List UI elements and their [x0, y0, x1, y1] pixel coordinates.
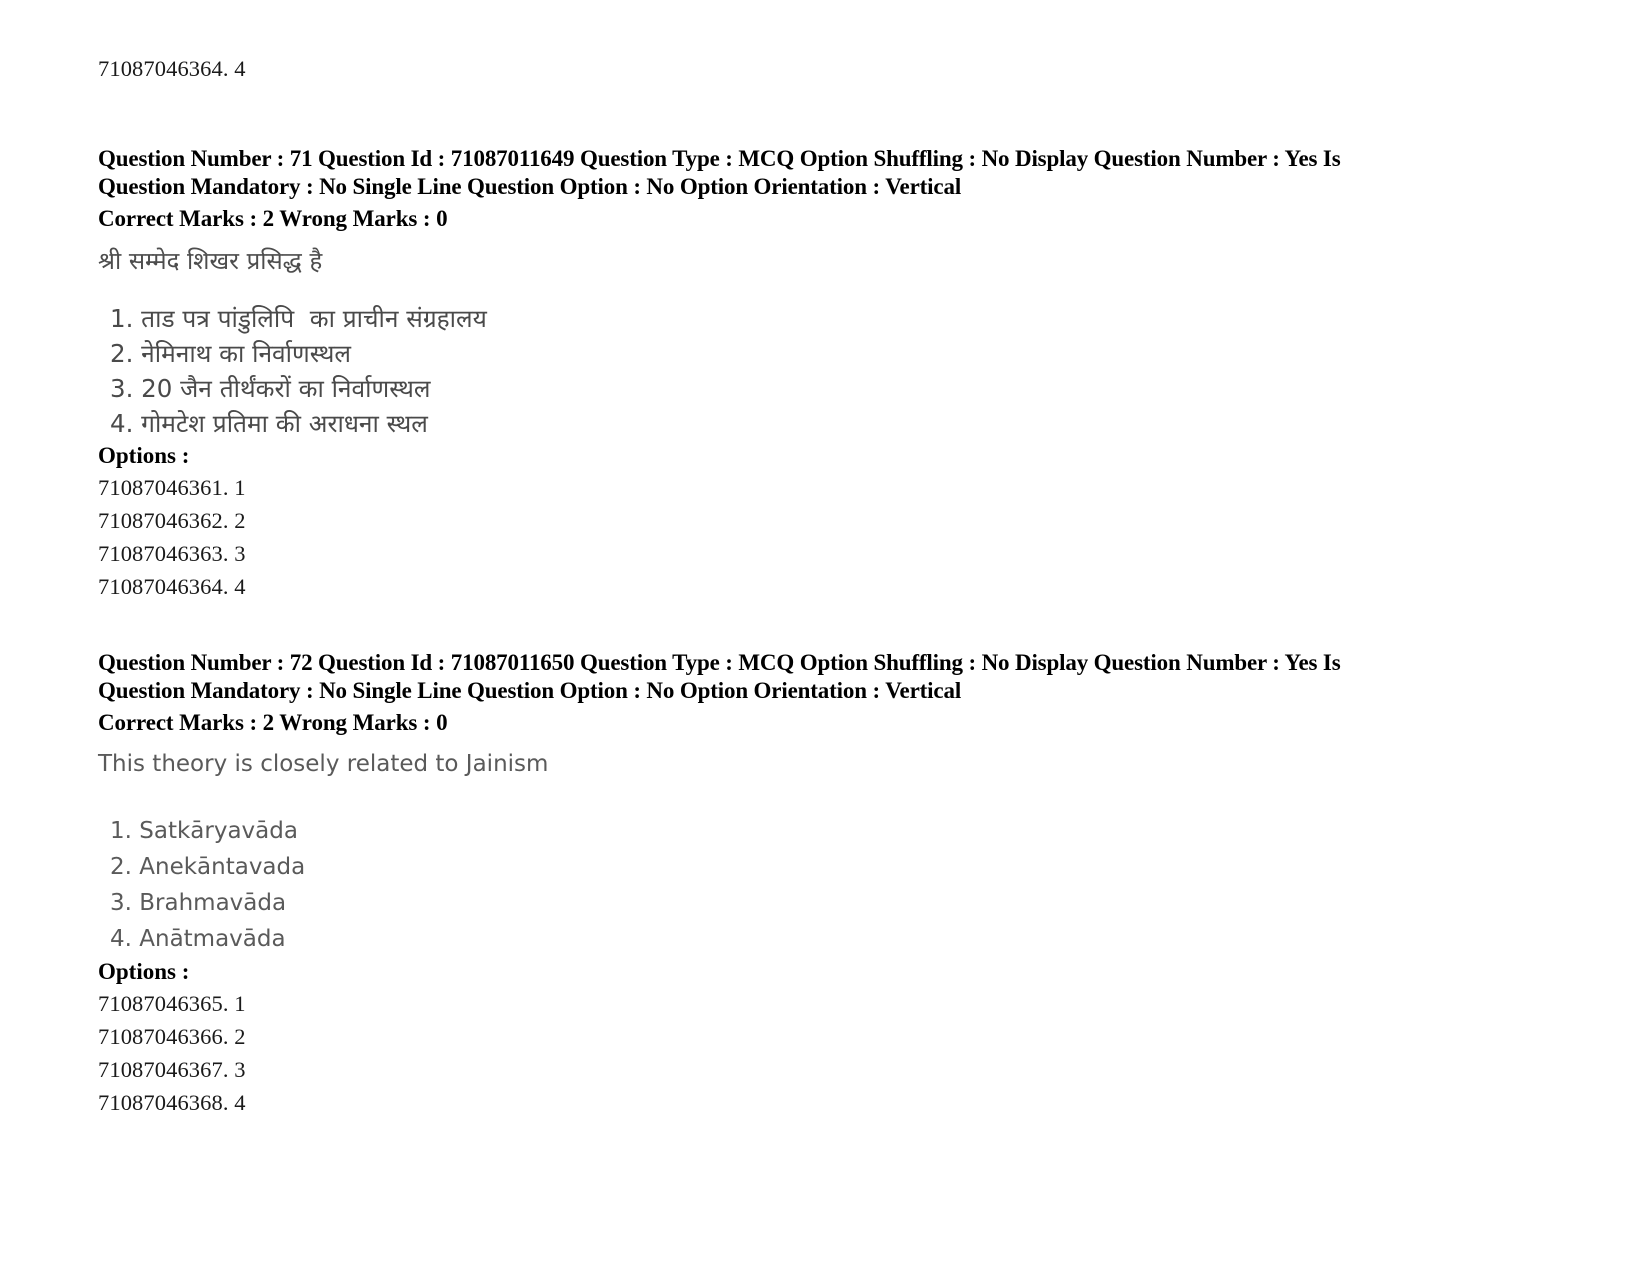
question-stem: श्री सम्मेद शिखर प्रसिद्ध है	[98, 247, 323, 275]
choice-item[interactable]: 4. Anātmavāda	[98, 921, 1538, 957]
question-marks-line: Correct Marks : 2 Wrong Marks : 0	[98, 206, 448, 231]
page-content: 71087046364. 4 Question Number : 71 Ques…	[98, 52, 1538, 1119]
option-id-row: 71087046365. 1	[98, 991, 246, 1016]
question-block-71: Question Number : 71 Question Id : 71087…	[98, 145, 1538, 603]
question-meta-line-2: Question Mandatory : No Single Line Ques…	[98, 174, 962, 199]
choice-item[interactable]: 4. गोमटेश प्रतिमा की अराधना स्थल	[98, 406, 1538, 441]
choice-item[interactable]: 3. 20 जैन तीर्थंकरों का निर्वाणस्थल	[98, 371, 1538, 406]
question-choice-list: 1. ताड पत्र पांडुलिपि का प्राचीन संग्रहा…	[98, 301, 1538, 441]
document-page: 71087046364. 4 Question Number : 71 Ques…	[0, 0, 1650, 1275]
choice-item[interactable]: 2. नेमिनाथ का निर्वाणस्थल	[98, 336, 1538, 371]
choice-item[interactable]: 2. Anekāntavada	[98, 849, 1538, 885]
option-id-row: 71087046362. 2	[98, 508, 246, 533]
question-meta-line-1: Question Number : 71 Question Id : 71087…	[98, 146, 1341, 171]
question-meta-line-1: Question Number : 72 Question Id : 71087…	[98, 650, 1341, 675]
question-meta-line-2: Question Mandatory : No Single Line Ques…	[98, 678, 962, 703]
choice-item[interactable]: 1. Satkāryavāda	[98, 813, 1538, 849]
option-id-row: 71087046367. 3	[98, 1057, 246, 1082]
options-label: Options :	[98, 959, 190, 984]
carryover-option-id: 71087046364. 4	[98, 56, 246, 81]
question-choice-list: 1. Satkāryavāda 2. Anekāntavada 3. Brahm…	[98, 813, 1538, 957]
option-id-row: 71087046368. 4	[98, 1090, 246, 1115]
choice-item[interactable]: 3. Brahmavāda	[98, 885, 1538, 921]
option-id-row: 71087046361. 1	[98, 475, 246, 500]
question-block-72: Question Number : 72 Question Id : 71087…	[98, 649, 1538, 1119]
question-marks-line: Correct Marks : 2 Wrong Marks : 0	[98, 710, 448, 735]
option-id-row: 71087046363. 3	[98, 541, 246, 566]
option-id-row: 71087046364. 4	[98, 574, 246, 599]
option-id-row: 71087046366. 2	[98, 1024, 246, 1049]
options-label: Options :	[98, 443, 190, 468]
choice-item[interactable]: 1. ताड पत्र पांडुलिपि का प्राचीन संग्रहा…	[98, 301, 1538, 336]
question-stem: This theory is closely related to Jainis…	[98, 751, 549, 777]
